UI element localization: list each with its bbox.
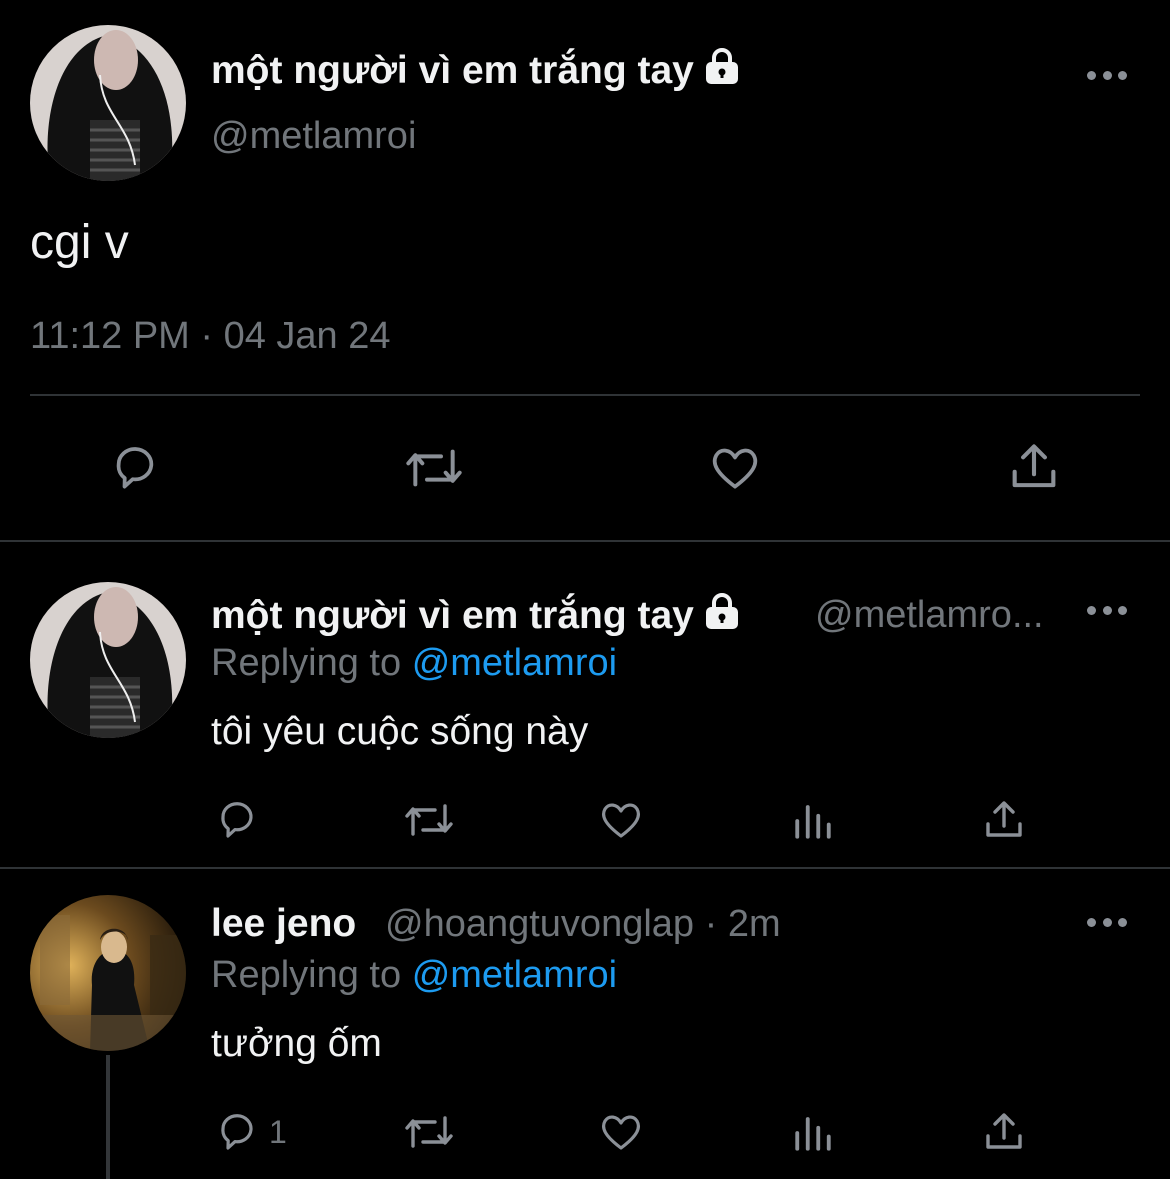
analytics-icon xyxy=(795,805,831,839)
reply2-replying-to: Replying to @metlamroi xyxy=(211,954,617,997)
reply-icon xyxy=(221,802,253,838)
main-reply-button[interactable] xyxy=(106,440,164,496)
main-share-button[interactable] xyxy=(1005,438,1063,496)
reply2-more-icon[interactable] xyxy=(1087,915,1127,929)
like-icon xyxy=(712,448,758,489)
reply2-handle-time[interactable]: @hoangtuvonglap · 2m xyxy=(385,903,781,946)
section-divider xyxy=(0,540,1170,542)
author-name-text: một người vì em trắng tay xyxy=(211,594,694,637)
lock-icon xyxy=(702,592,742,640)
lock-icon xyxy=(702,47,742,95)
reply-icon xyxy=(116,447,154,489)
main-tweet-handle[interactable]: @metlamroi xyxy=(211,115,416,158)
reply2-retweet-button[interactable] xyxy=(400,1108,458,1156)
replying-mention-link[interactable]: @metlamroi xyxy=(412,642,617,684)
main-tweet-author-name[interactable]: một người vì em trắng tay xyxy=(211,47,742,95)
replying-label: Replying to xyxy=(211,954,402,996)
replying-mention-link[interactable]: @metlamroi xyxy=(412,954,617,996)
reply-count: 1 xyxy=(269,1113,287,1150)
replying-label: Replying to xyxy=(211,642,402,684)
like-icon xyxy=(601,803,641,838)
reply1-text: tôi yêu cuộc sống này xyxy=(211,710,589,753)
reply2-text: tưởng ốm xyxy=(211,1022,382,1065)
reply1-analytics-button[interactable] xyxy=(792,800,834,842)
reply1-avatar[interactable] xyxy=(30,582,186,738)
reply-icon xyxy=(221,1114,253,1150)
retweet-icon xyxy=(405,1116,453,1148)
reply1-author-name[interactable]: một người vì em trắng tay xyxy=(211,592,742,640)
reply1-retweet-button[interactable] xyxy=(400,796,458,844)
share-icon xyxy=(986,1113,1022,1149)
reply2-reply-button[interactable]: 1 xyxy=(213,1108,287,1156)
analytics-icon xyxy=(795,1117,831,1151)
retweet-icon xyxy=(406,449,462,487)
reply2-analytics-button[interactable] xyxy=(792,1112,834,1154)
main-like-button[interactable] xyxy=(705,440,765,496)
reply1-replying-to: Replying to @metlamroi xyxy=(211,642,617,685)
reply1-share-button[interactable] xyxy=(980,796,1028,844)
reply2-author-name[interactable]: lee jeno xyxy=(211,902,356,946)
reply1-like-button[interactable] xyxy=(596,796,646,844)
author-name-text: một người vì em trắng tay xyxy=(211,49,694,92)
share-icon xyxy=(1012,444,1056,488)
reply1-reply-button[interactable] xyxy=(213,796,261,844)
main-retweet-button[interactable] xyxy=(400,440,468,496)
thread-connector-line xyxy=(106,1055,110,1179)
main-tweet-text: cgi v xyxy=(30,216,129,269)
reply1-handle[interactable]: @metlamro... xyxy=(815,594,1044,637)
main-tweet-divider xyxy=(30,394,1140,396)
reply2-avatar[interactable] xyxy=(30,895,186,1051)
main-tweet-avatar[interactable] xyxy=(30,25,186,181)
like-icon xyxy=(601,1115,641,1150)
reply1-more-icon[interactable] xyxy=(1087,603,1127,617)
main-tweet-more-icon[interactable] xyxy=(1087,68,1127,82)
main-tweet-timestamp[interactable]: 11:12 PM · 04 Jan 24 xyxy=(30,315,391,358)
retweet-icon xyxy=(405,804,453,836)
reply2-share-button[interactable] xyxy=(980,1108,1028,1156)
author-name-text: lee jeno xyxy=(211,902,357,945)
reply2-like-button[interactable] xyxy=(596,1108,646,1156)
reply-divider xyxy=(0,867,1170,869)
share-icon xyxy=(986,801,1022,837)
